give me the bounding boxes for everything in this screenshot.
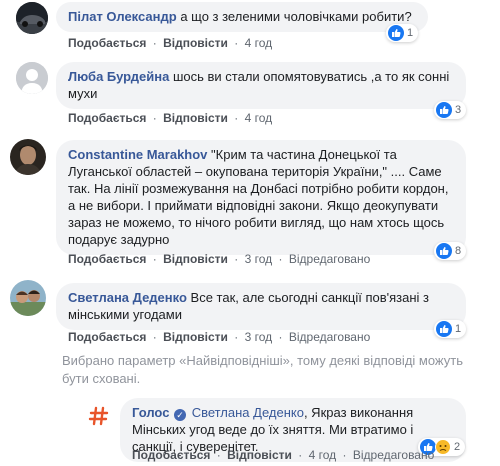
- reaction-number: 3: [455, 104, 462, 116]
- like-link[interactable]: Подобається: [132, 448, 210, 462]
- avatar[interactable]: [10, 139, 46, 175]
- edited-label[interactable]: Відредаговано: [289, 252, 370, 266]
- reply-actions: Подобається · Відповісти · 4 год · Відре…: [132, 448, 434, 462]
- separator: ·: [152, 252, 157, 266]
- timestamp[interactable]: 4 год: [309, 448, 337, 462]
- reply-link[interactable]: Відповісти: [163, 252, 228, 266]
- avatar[interactable]: [86, 403, 112, 429]
- like-icon: [436, 102, 452, 118]
- comment-bubble: Пілат Олександр а що з зеленими чоловічк…: [56, 2, 428, 32]
- separator: ·: [216, 448, 221, 462]
- reaction-count[interactable]: 1: [386, 24, 419, 42]
- like-icon: [436, 243, 452, 259]
- like-link[interactable]: Подобається: [68, 111, 146, 125]
- holos-logo-icon: [86, 403, 112, 429]
- comment-actions: Подобається · Відповісти · 3 год · Відре…: [68, 330, 370, 344]
- comment-actions: Подобається · Відповісти · 3 год · Відре…: [68, 252, 370, 266]
- timestamp[interactable]: 4 год: [245, 111, 273, 125]
- edited-label[interactable]: Відредаговано: [353, 448, 434, 462]
- like-icon: [436, 321, 452, 337]
- profile-photo-icon: [10, 139, 46, 175]
- verified-badge-icon: ✓: [174, 409, 187, 421]
- like-link[interactable]: Подобається: [68, 330, 146, 344]
- tagged-user[interactable]: Светлана Деденко: [192, 405, 304, 420]
- separator: ·: [342, 448, 347, 462]
- sorting-notice: Вибрано параметр «Найвідповідніші», тому…: [62, 353, 463, 386]
- comment-author[interactable]: Constantine Marakhov: [68, 147, 207, 162]
- like-icon: [388, 25, 404, 41]
- separator: ·: [234, 252, 239, 266]
- avatar[interactable]: [16, 62, 48, 94]
- separator: ·: [152, 36, 157, 50]
- reply-author[interactable]: Голос: [132, 405, 169, 420]
- comment-bubble: Люба Бурдейна шось ви стали опомятовуват…: [56, 62, 466, 109]
- reply-link[interactable]: Відповісти: [163, 111, 228, 125]
- reply-link[interactable]: Відповісти: [163, 36, 228, 50]
- separator: ·: [234, 330, 239, 344]
- comment-author[interactable]: Люба Бурдейна: [68, 69, 169, 84]
- separator: ·: [234, 36, 239, 50]
- timestamp[interactable]: 3 год: [245, 330, 273, 344]
- reaction-number: 1: [407, 27, 414, 39]
- comment-author[interactable]: Светлана Деденко: [68, 290, 187, 305]
- reaction-count[interactable]: 1: [434, 320, 467, 338]
- separator: ·: [152, 111, 157, 125]
- separator: ·: [278, 330, 283, 344]
- reaction-number: 8: [455, 245, 462, 257]
- separator: ·: [278, 252, 283, 266]
- comment-text: "Крим та частина Донецької та Луганської…: [68, 147, 449, 247]
- like-link[interactable]: Подобається: [68, 252, 146, 266]
- default-avatar-icon: [16, 62, 48, 94]
- timestamp[interactable]: 4 год: [245, 36, 273, 50]
- reply-link[interactable]: Відповісти: [227, 448, 292, 462]
- profile-photo-icon: [10, 280, 46, 316]
- avatar[interactable]: [16, 2, 48, 34]
- comment-bubble: Constantine Marakhov "Крим та частина До…: [56, 140, 466, 255]
- car-photo-icon: [16, 2, 48, 34]
- comment-text: а що з зеленими чоловічками робити?: [180, 9, 412, 24]
- separator: ·: [298, 448, 303, 462]
- reaction-count[interactable]: 3: [434, 101, 467, 119]
- timestamp[interactable]: 3 год: [245, 252, 273, 266]
- separator: ·: [234, 111, 239, 125]
- avatar[interactable]: [10, 280, 46, 316]
- reaction-number: 2: [454, 441, 461, 453]
- edited-label[interactable]: Відредаговано: [289, 330, 370, 344]
- sad-reaction-icon: [435, 439, 451, 455]
- like-link[interactable]: Подобається: [68, 36, 146, 50]
- comment-actions: Подобається · Відповісти · 4 год: [68, 36, 272, 50]
- comment-author[interactable]: Пілат Олександр: [68, 9, 177, 24]
- reaction-number: 1: [455, 323, 462, 335]
- reply-link[interactable]: Відповісти: [163, 330, 228, 344]
- separator: ·: [152, 330, 157, 344]
- comment-bubble: Светлана Деденко Все так, але сьогодні с…: [56, 283, 466, 330]
- reaction-count[interactable]: 8: [434, 242, 467, 260]
- comment-actions: Подобається · Відповісти · 4 год: [68, 111, 272, 125]
